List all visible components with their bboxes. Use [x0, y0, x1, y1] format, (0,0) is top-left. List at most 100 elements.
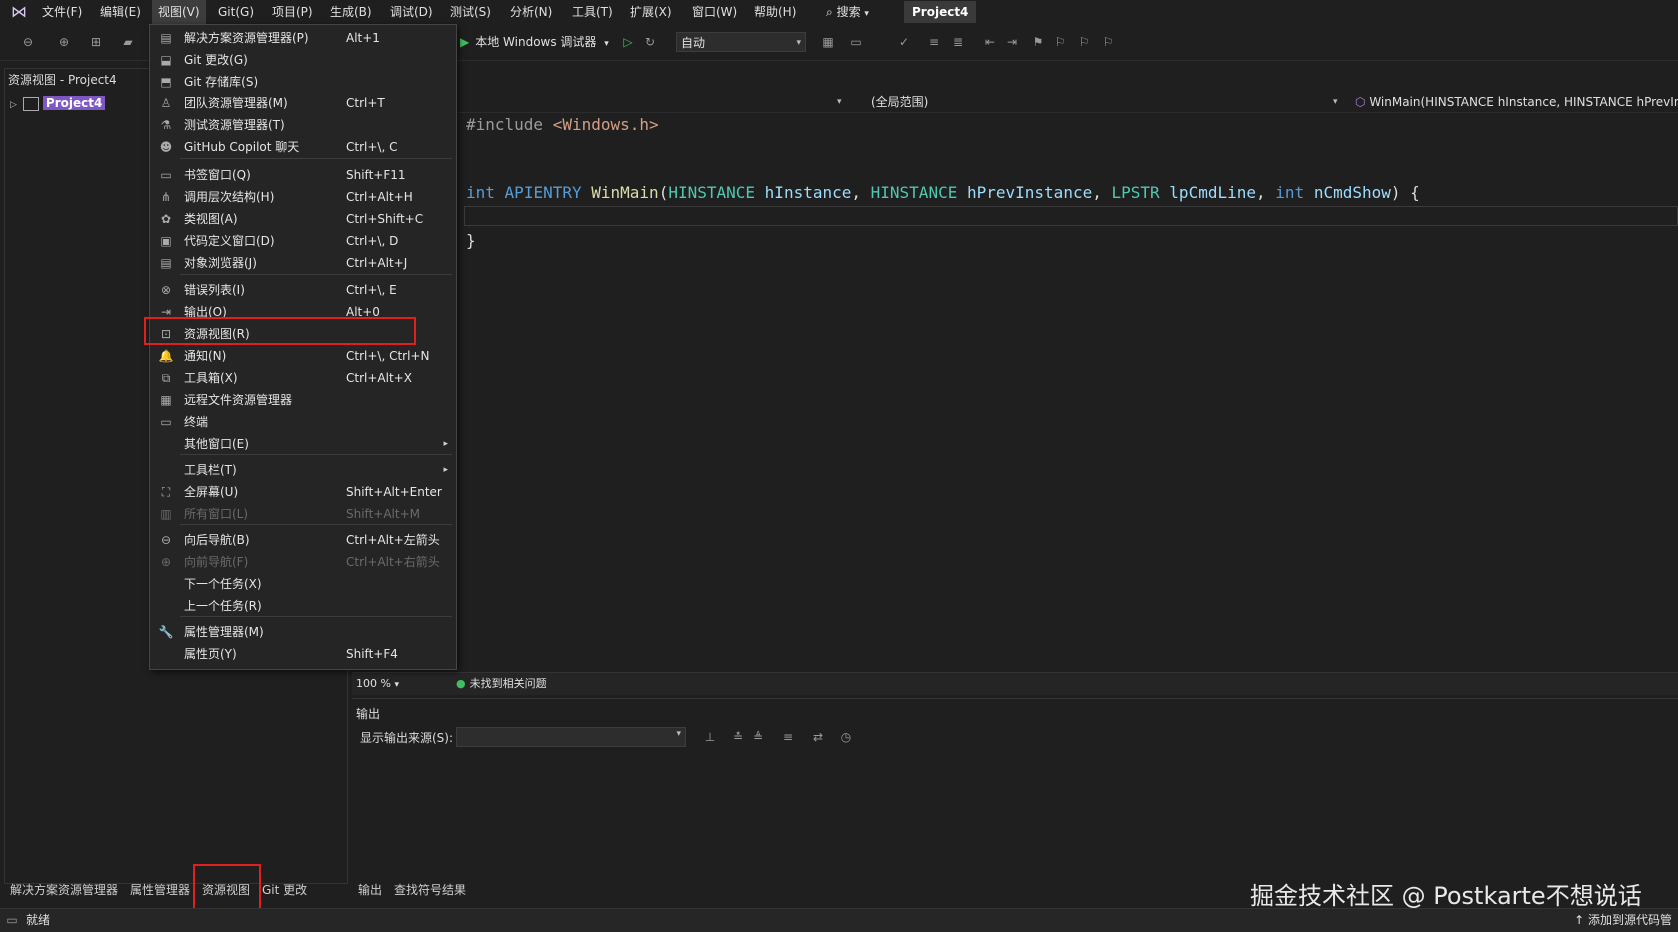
zoom-select[interactable]: 100 % ▾ — [356, 673, 399, 696]
menu-view[interactable]: 视图(V) — [152, 0, 206, 24]
tab-find-symbol-results[interactable]: 查找符号结果 — [394, 882, 466, 898]
uncomment-icon[interactable]: ≣ — [950, 34, 966, 50]
clear-output-icon[interactable]: ⊥ — [702, 729, 718, 745]
view-menu-item[interactable]: 下一个任务(X) — [150, 573, 456, 595]
chevron-down-icon[interactable]: ▾ — [837, 92, 842, 112]
new-project-icon[interactable]: ⊞ — [88, 34, 104, 50]
menu-edit[interactable]: 编辑(E) — [94, 0, 147, 24]
view-menu-item[interactable]: ⧉ 工具箱(X) Ctrl+Alt+X — [150, 367, 456, 389]
code-param: nCmdShow — [1313, 183, 1391, 202]
next-bookmark-icon[interactable]: ⚐ — [1076, 34, 1092, 50]
solution-config-select[interactable]: 自动 ▾ — [676, 32, 806, 52]
word-wrap-icon[interactable]: ≡ — [780, 729, 796, 745]
view-menu-item[interactable]: 其他窗口(E) ▸ — [150, 433, 456, 455]
status-text: 就绪 — [26, 913, 51, 927]
menu-item-shortcut: Ctrl+\, C — [346, 140, 398, 154]
start-without-debug-icon[interactable]: ▷ — [620, 34, 636, 50]
view-menu-item[interactable]: ▥ 所有窗口(L) Shift+Alt+M — [150, 503, 456, 525]
output-source-select[interactable]: ▾ — [456, 727, 686, 747]
menu-build[interactable]: 生成(B) — [324, 0, 378, 24]
view-menu-item[interactable]: 属性页(Y) Shift+F4 — [150, 643, 456, 665]
bookmark-icon[interactable]: ⚑ — [1030, 34, 1046, 50]
open-folder-icon[interactable]: ▰ — [120, 34, 136, 50]
menu-extensions[interactable]: 扩展(X) — [624, 0, 678, 24]
menu-help[interactable]: 帮助(H) — [748, 0, 802, 24]
prev-message-icon[interactable]: ≛ — [730, 729, 746, 745]
add-to-source-control[interactable]: ↑ 添加到源代码管 — [1574, 909, 1672, 932]
menu-item-label: 所有窗口(L) — [184, 507, 249, 521]
view-menu-item[interactable]: 🔧 属性管理器(M) — [150, 621, 456, 643]
code-line-include[interactable]: #include <Windows.h> — [466, 114, 659, 136]
tab-property-manager[interactable]: 属性管理器 — [130, 882, 190, 898]
code-definition-icon: ▣ — [160, 234, 172, 248]
view-menu-item[interactable]: ⬓ Git 更改(G) — [150, 49, 456, 71]
menu-file[interactable]: 文件(F) — [36, 0, 88, 24]
code-close-brace[interactable]: } — [466, 230, 476, 252]
view-menu-item[interactable]: ⋔ 调用层次结构(H) Ctrl+Alt+H — [150, 186, 456, 208]
clock-icon[interactable]: ◷ — [838, 729, 854, 745]
tab-git-changes[interactable]: Git 更改 — [262, 882, 307, 898]
view-menu-item[interactable]: ♙ 团队资源管理器(M) Ctrl+T — [150, 92, 456, 114]
menu-test[interactable]: 测试(S) — [444, 0, 497, 24]
tab-output[interactable]: 输出 — [358, 882, 382, 898]
view-menu-item[interactable]: 上一个任务(R) — [150, 595, 456, 617]
tab-solution-explorer[interactable]: 解决方案资源管理器 — [10, 882, 118, 898]
expand-arrow-icon[interactable]: ▷ — [10, 100, 17, 110]
function-dropdown[interactable]: ⬡ WinMain(HINSTANCE hInstance, HINSTANCE… — [1355, 92, 1678, 112]
restart-icon[interactable]: ↻ — [642, 34, 658, 50]
spell-check-icon[interactable]: ✓ — [896, 34, 912, 50]
issues-indicator[interactable]: ● 未找到相关问题 — [456, 673, 547, 695]
view-menu-item[interactable]: ⬒ Git 存储库(S) — [150, 71, 456, 93]
clear-bookmarks-icon[interactable]: ⚐ — [1100, 34, 1116, 50]
menu-item-label: 类视图(A) — [184, 212, 238, 226]
menu-git[interactable]: Git(G) — [212, 0, 260, 24]
prev-bookmark-icon[interactable]: ⚐ — [1052, 34, 1068, 50]
view-menu-item[interactable]: ▭ 书签窗口(Q) Shift+F11 — [150, 164, 456, 186]
next-message-icon[interactable]: ≜ — [750, 729, 766, 745]
search-box[interactable]: ⌕ 搜索 ▾ — [826, 0, 869, 24]
comment-icon[interactable]: ≡ — [926, 34, 942, 50]
view-menu-item[interactable]: ⊗ 错误列表(I) Ctrl+\, E — [150, 279, 456, 301]
view-menu-item[interactable]: ▦ 远程文件资源管理器 — [150, 389, 456, 411]
config-value: 自动 — [681, 36, 706, 50]
back-icon[interactable]: ⊖ — [20, 34, 36, 50]
menu-item-label: 错误列表(I) — [184, 283, 245, 297]
view-menu-item[interactable]: ▤ 对象浏览器(J) Ctrl+Alt+J — [150, 252, 456, 274]
code-line-winmain[interactable]: int APIENTRY WinMain(HINSTANCE hInstance… — [466, 182, 1420, 204]
tree-item-project[interactable]: ▷ Project4 — [10, 94, 106, 112]
object-browser-icon: ▤ — [160, 256, 172, 270]
menu-debug[interactable]: 调试(D) — [384, 0, 439, 24]
open-file-icon[interactable]: ▦ — [820, 34, 836, 50]
current-line-highlight[interactable] — [464, 206, 1678, 226]
team-explorer-icon: ♙ — [160, 96, 172, 110]
view-menu-item[interactable]: ▤ 解决方案资源管理器(P) Alt+1 — [150, 27, 456, 49]
toggle-icon[interactable]: ⇄ — [810, 729, 826, 745]
scope-dropdown[interactable]: (全局范围) — [871, 92, 928, 112]
view-menu-item[interactable]: 工具栏(T) ▸ — [150, 459, 456, 481]
view-menu-item[interactable]: ✿ 类视图(A) Ctrl+Shift+C — [150, 208, 456, 230]
view-menu-item[interactable]: ⚗ 测试资源管理器(T) — [150, 114, 456, 136]
outdent-icon[interactable]: ⇥ — [1004, 34, 1020, 50]
menu-analyze[interactable]: 分析(N) — [504, 0, 558, 24]
output-source-label: 显示输出来源(S): — [360, 731, 454, 745]
menu-project[interactable]: 项目(P) — [266, 0, 319, 24]
start-debugger-button[interactable]: ▶ 本地 Windows 调试器 ▾ — [460, 32, 609, 52]
view-menu-item[interactable]: 🔔 通知(N) Ctrl+\, Ctrl+N — [150, 345, 456, 367]
forward-icon[interactable]: ⊕ — [56, 34, 72, 50]
play-icon: ▶ — [460, 35, 470, 49]
chevron-down-icon[interactable]: ▾ — [1333, 92, 1338, 112]
function-label: WinMain(HINSTANCE hInstance, HINSTANCE h… — [1369, 95, 1678, 109]
view-menu-item[interactable]: ⛶ 全屏幕(U) Shift+Alt+Enter — [150, 481, 456, 503]
view-menu-item[interactable]: ☻ GitHub Copilot 聊天 Ctrl+\, C — [150, 136, 456, 158]
menu-item-shortcut: Ctrl+Alt+右箭头 — [346, 555, 440, 569]
view-menu-item[interactable]: ▭ 终端 — [150, 411, 456, 433]
menu-window[interactable]: 窗口(W) — [686, 0, 743, 24]
indent-icon[interactable]: ⇤ — [982, 34, 998, 50]
view-menu-item[interactable]: ⊖ 向后导航(B) Ctrl+Alt+左箭头 — [150, 529, 456, 551]
window-layout-icon[interactable]: ▭ — [848, 34, 864, 50]
view-menu-item[interactable]: ⊕ 向前导航(F) Ctrl+Alt+右箭头 — [150, 551, 456, 573]
preprocessor-directive: #include — [466, 115, 544, 134]
menu-tools[interactable]: 工具(T) — [566, 0, 619, 24]
code-keyword: APIENTRY — [504, 183, 582, 202]
view-menu-item[interactable]: ▣ 代码定义窗口(D) Ctrl+\, D — [150, 230, 456, 252]
